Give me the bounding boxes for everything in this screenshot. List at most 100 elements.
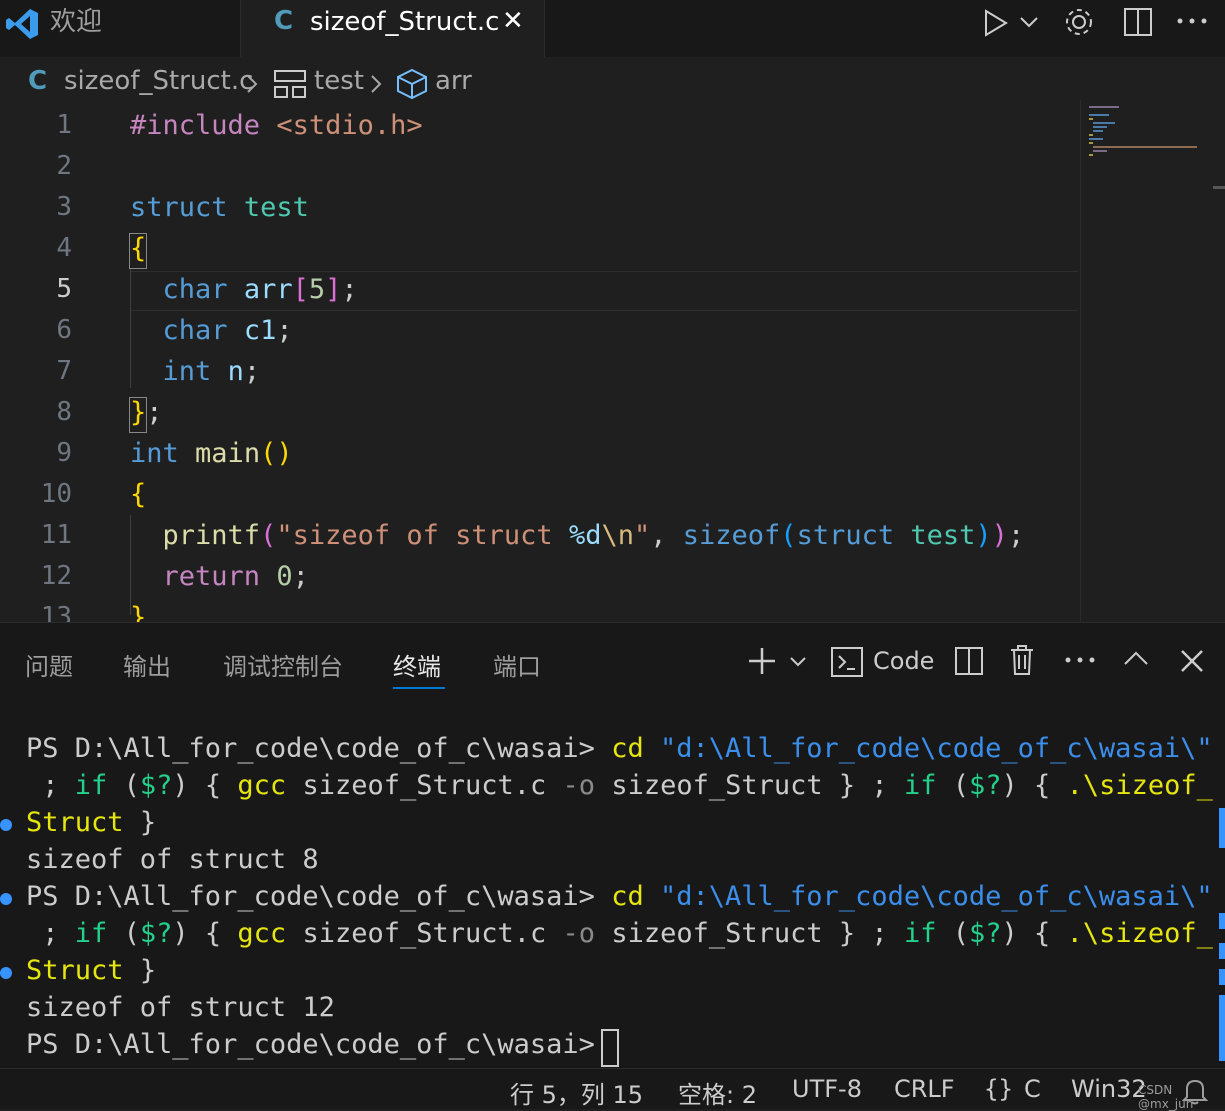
code-line: int n; xyxy=(162,356,261,387)
split-editor-icon[interactable] xyxy=(1122,6,1154,38)
scrollbar-thumb[interactable] xyxy=(1213,186,1225,189)
terminal-cursor xyxy=(601,1029,619,1067)
panel-tab-output[interactable]: 输出 xyxy=(123,647,171,682)
scroll-marker xyxy=(1219,969,1225,985)
platform[interactable]: Win32 xyxy=(1071,1075,1147,1103)
more-actions-icon[interactable] xyxy=(1064,655,1096,665)
minimap-line xyxy=(1089,138,1103,140)
minimap-line xyxy=(1093,122,1115,124)
panel-tab-debug-console[interactable]: 调试控制台 xyxy=(223,647,343,682)
terminal-output: sizeof of struct 12 xyxy=(26,992,335,1023)
code-line: int main() xyxy=(130,438,293,469)
terminal-line: PS D:\All_for_code\code_of_c\wasai> cd "… xyxy=(26,733,1213,764)
code-line: #include <stdio.h> xyxy=(130,110,423,141)
panel-tab-ports[interactable]: 端口 xyxy=(493,647,541,682)
line-number: 9 xyxy=(56,438,72,468)
code-line: struct test xyxy=(130,192,309,223)
code-line: } xyxy=(130,602,147,622)
terminal-line: Struct } xyxy=(26,807,157,838)
minimap-line xyxy=(1089,114,1109,116)
minimap[interactable] xyxy=(1080,100,1225,622)
terminal-line: Struct } xyxy=(26,955,157,986)
command-status-dot[interactable] xyxy=(0,893,12,905)
split-terminal-icon[interactable] xyxy=(953,645,985,677)
line-ending[interactable]: CRLF xyxy=(894,1075,955,1103)
minimap-line xyxy=(1093,126,1107,128)
line-number: 12 xyxy=(40,561,72,591)
cursor-position[interactable]: 行 5，列 15 xyxy=(510,1075,643,1110)
panel-tab-problems[interactable]: 问题 xyxy=(25,647,73,682)
line-number: 4 xyxy=(56,233,72,263)
tab-welcome[interactable]: 欢迎 xyxy=(0,0,241,57)
breadcrumb-file[interactable]: sizeof_Struct.c xyxy=(64,66,253,96)
vscode-logo-icon xyxy=(6,9,38,39)
line-number-active: 5 xyxy=(56,274,72,304)
code-editor[interactable]: 1 2 3 4 5 6 7 8 9 10 11 12 13 #include <… xyxy=(0,110,1225,622)
line-number: 11 xyxy=(40,520,72,550)
more-actions-icon[interactable] xyxy=(1176,16,1208,26)
line-number: 3 xyxy=(56,192,72,222)
close-panel-icon[interactable] xyxy=(1178,647,1206,675)
scroll-marker xyxy=(1219,913,1225,929)
c-file-icon: C xyxy=(274,6,294,36)
code-line: char c1; xyxy=(162,315,293,346)
line-number: 10 xyxy=(40,479,72,509)
chevron-right-icon xyxy=(247,75,258,93)
line-number: 7 xyxy=(56,356,72,386)
minimap-line xyxy=(1093,146,1197,148)
breadcrumb: C sizeof_Struct.c test arr xyxy=(0,58,1080,110)
line-number: 13 xyxy=(40,602,72,622)
code-line: }; xyxy=(130,397,163,428)
breadcrumb-field[interactable]: arr xyxy=(435,66,472,96)
terminal-line: ; if ($?) { gcc sizeof_Struct.c -o sizeo… xyxy=(26,918,1213,949)
code-line: { xyxy=(130,233,147,264)
line-number: 6 xyxy=(56,315,72,345)
terminal-output: sizeof of struct 8 xyxy=(26,844,319,875)
chevron-down-icon[interactable] xyxy=(1018,14,1040,30)
trash-icon[interactable] xyxy=(1008,643,1036,677)
scroll-marker xyxy=(1219,943,1225,959)
bell-icon[interactable] xyxy=(1182,1077,1208,1105)
breadcrumb-struct[interactable]: test xyxy=(314,66,364,96)
minimap-line xyxy=(1089,142,1093,144)
chevron-down-icon[interactable] xyxy=(788,655,808,669)
braces-icon: {} xyxy=(984,1075,1013,1103)
gear-icon[interactable] xyxy=(1062,5,1096,39)
run-icon[interactable] xyxy=(980,8,1010,38)
terminal-icon xyxy=(831,647,863,677)
field-cube-icon xyxy=(397,68,427,100)
bottom-panel: 问题 输出 调试控制台 终端 端口 Code PS D:\All_for_cod… xyxy=(0,622,1225,1069)
active-tab-indicator xyxy=(393,687,445,689)
line-number: 1 xyxy=(56,110,72,140)
new-terminal-icon[interactable] xyxy=(746,645,778,677)
minimap-line xyxy=(1089,134,1093,136)
scroll-marker xyxy=(1219,808,1225,848)
terminal-line: PS D:\All_for_code\code_of_c\wasai> cd "… xyxy=(26,881,1213,912)
status-bar: 行 5，列 15 空格: 2 UTF-8 CRLF {} C Win32 CSD… xyxy=(0,1068,1225,1111)
command-status-dot[interactable] xyxy=(0,819,12,831)
code-line: { xyxy=(130,479,147,510)
scroll-marker xyxy=(1219,995,1225,1061)
line-number: 8 xyxy=(56,397,72,427)
code-line: return 0; xyxy=(162,561,309,592)
struct-icon xyxy=(274,70,306,98)
code-line: char arr[5]; xyxy=(162,274,358,305)
tab-sizeof-struct[interactable]: C sizeof_Struct.c ✕ xyxy=(241,0,545,57)
minimap-line xyxy=(1093,130,1103,132)
terminal-profile-label[interactable]: Code xyxy=(873,647,934,675)
code-line: printf("sizeof of struct %d\n", sizeof(s… xyxy=(162,520,1025,551)
line-number: 2 xyxy=(56,151,72,181)
tab-file-label: sizeof_Struct.c xyxy=(310,7,500,37)
panel-tab-terminal[interactable]: 终端 xyxy=(393,647,441,682)
command-status-dot[interactable] xyxy=(0,967,12,979)
encoding[interactable]: UTF-8 xyxy=(792,1075,862,1103)
minimap-line xyxy=(1089,106,1119,108)
terminal-prompt-line[interactable]: PS D:\All_for_code\code_of_c\wasai> xyxy=(26,1029,611,1060)
chevron-up-icon[interactable] xyxy=(1122,649,1150,667)
close-icon[interactable]: ✕ xyxy=(502,6,524,36)
indentation[interactable]: 空格: 2 xyxy=(678,1075,757,1110)
language-mode[interactable]: C xyxy=(1024,1075,1041,1103)
minimap-line xyxy=(1093,150,1107,152)
terminal-line: ; if ($?) { gcc sizeof_Struct.c -o sizeo… xyxy=(26,770,1213,801)
minimap-line xyxy=(1089,154,1093,156)
